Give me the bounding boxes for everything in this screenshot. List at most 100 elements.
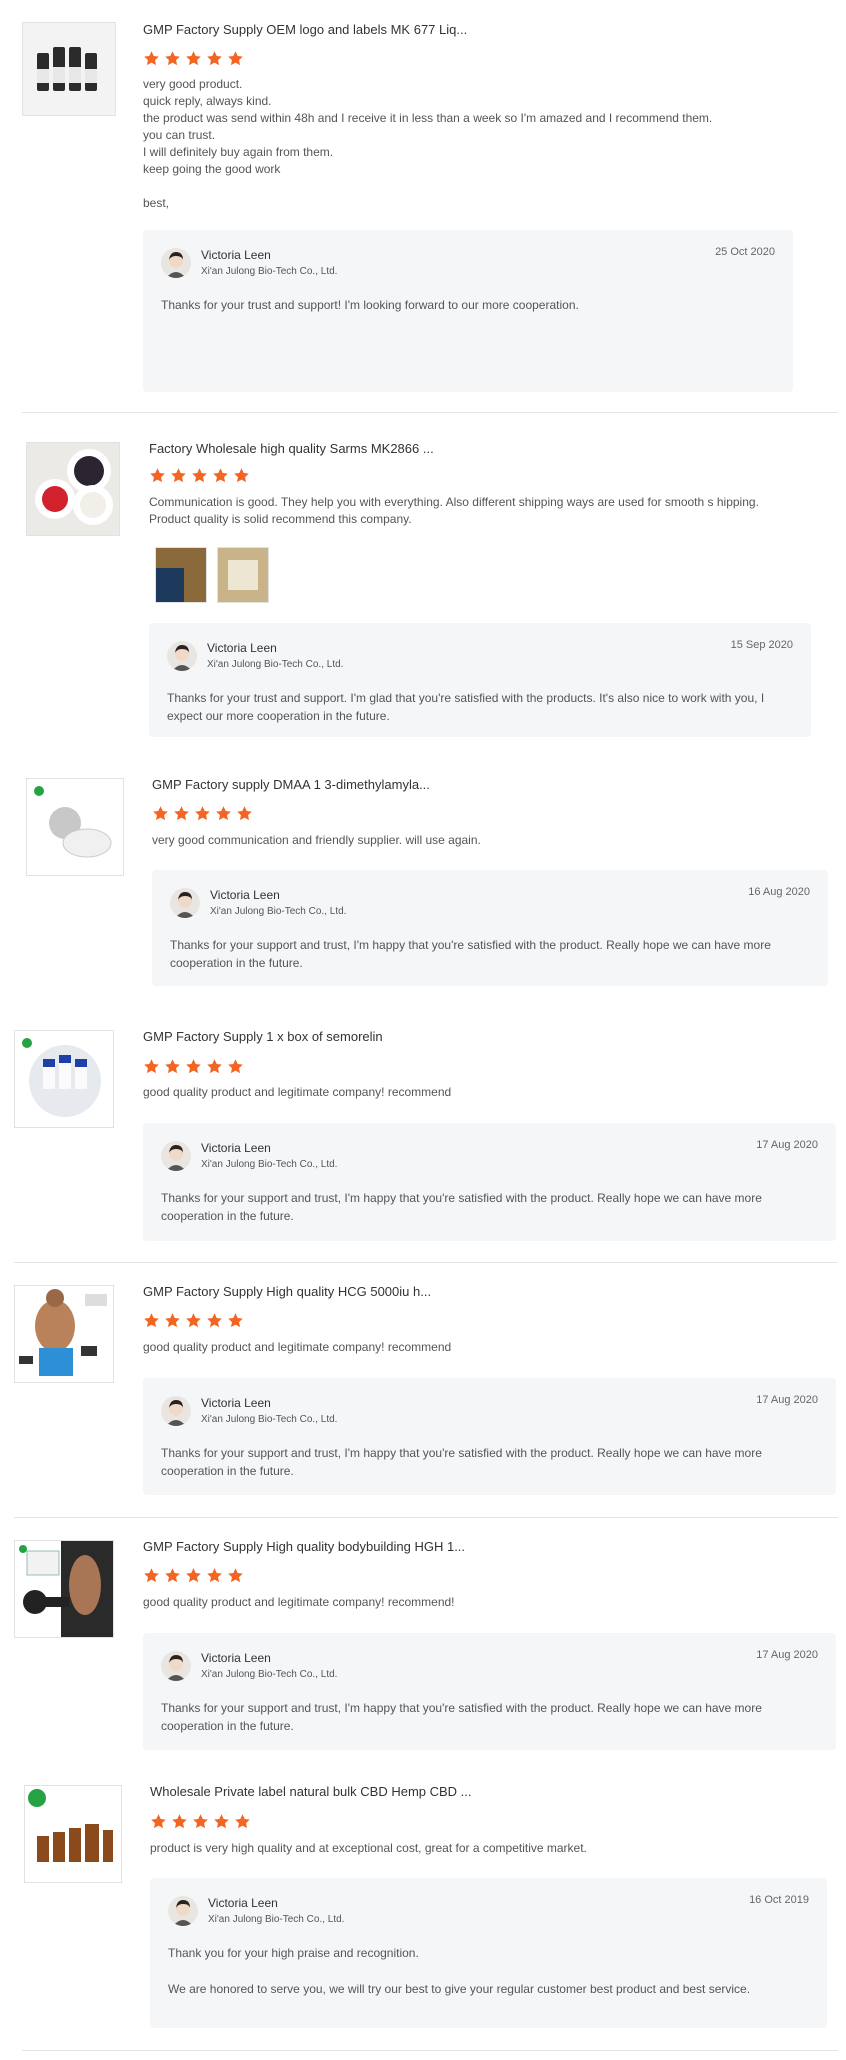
star-icon	[228, 1568, 243, 1583]
review-text-line: quick reply, always kind.	[143, 94, 272, 108]
review-product-title[interactable]: GMP Factory Supply High quality HCG 5000…	[143, 1284, 431, 1299]
star-icon	[207, 1059, 222, 1074]
star-icon	[234, 468, 249, 483]
reply-date: 25 Oct 2020	[715, 246, 775, 258]
reply-date: 16 Oct 2019	[749, 1894, 809, 1906]
star-icon	[207, 51, 222, 66]
product-thumbnail[interactable]	[26, 778, 124, 876]
star-icon	[144, 1568, 159, 1583]
product-thumbnail[interactable]	[24, 1785, 122, 1883]
review-text: very good product. quick reply, always ki…	[143, 76, 783, 212]
star-icon	[153, 806, 168, 821]
reviewer-avatar	[161, 1651, 191, 1681]
seller-reply: Victoria Leen Xi'an Julong Bio-Tech Co.,…	[149, 623, 811, 737]
rating-stars	[143, 50, 244, 68]
review-photo[interactable]	[217, 547, 269, 603]
star-icon	[213, 468, 228, 483]
review-text-line: good quality product and legitimate comp…	[143, 1085, 452, 1099]
product-thumbnail[interactable]	[14, 1030, 114, 1128]
reply-text: Thanks for your trust and support! I'm l…	[161, 296, 775, 332]
reviewer-avatar	[161, 1141, 191, 1171]
rating-stars	[152, 805, 253, 823]
product-thumbnail[interactable]	[14, 1285, 114, 1383]
review-text-line: product is very high quality and at exce…	[150, 1841, 587, 1855]
divider	[22, 2050, 838, 2051]
seller-reply: Victoria Leen Xi'an Julong Bio-Tech Co.,…	[143, 230, 793, 392]
review-text-line: very good communication and friendly sup…	[152, 833, 481, 847]
review-product-title[interactable]: GMP Factory Supply OEM logo and labels M…	[143, 22, 467, 37]
star-icon	[144, 1313, 159, 1328]
star-icon	[171, 468, 186, 483]
seller-reply: Victoria Leen Xi'an Julong Bio-Tech Co.,…	[143, 1378, 836, 1495]
reply-company[interactable]: Xi'an Julong Bio-Tech Co., Ltd.	[207, 659, 343, 670]
star-icon	[237, 806, 252, 821]
reply-author-name: Victoria Leen	[210, 888, 280, 902]
rating-stars	[143, 1567, 244, 1585]
reply-date: 17 Aug 2020	[756, 1139, 818, 1151]
reviewer-avatar	[170, 888, 200, 918]
review-product-title[interactable]: GMP Factory supply DMAA 1 3-dimethylamyl…	[152, 777, 430, 792]
reviewer-avatar	[168, 1896, 198, 1926]
reviewer-avatar	[167, 641, 197, 671]
reviewer-avatar	[161, 1396, 191, 1426]
reviewer-avatar	[161, 248, 191, 278]
reply-paragraph: Thanks for your trust and support. I'm g…	[167, 691, 765, 723]
star-icon	[193, 1814, 208, 1829]
rating-stars	[143, 1058, 244, 1076]
review-text-line	[143, 178, 783, 195]
star-icon	[165, 1313, 180, 1328]
review-product-title[interactable]: GMP Factory Supply 1 x box of semorelin	[143, 1029, 383, 1044]
reply-company[interactable]: Xi'an Julong Bio-Tech Co., Ltd.	[208, 1914, 344, 1925]
review-text-line: best,	[143, 196, 170, 210]
reply-date: 17 Aug 2020	[756, 1394, 818, 1406]
review-photo[interactable]	[155, 547, 207, 603]
reply-text: Thank you for your high praise and recog…	[168, 1944, 809, 2016]
star-icon	[207, 1568, 222, 1583]
reply-date: 16 Aug 2020	[748, 886, 810, 898]
reply-company[interactable]: Xi'an Julong Bio-Tech Co., Ltd.	[201, 1669, 337, 1680]
reply-text: Thanks for your support and trust, I'm h…	[170, 936, 810, 990]
review-product-title[interactable]: Wholesale Private label natural bulk CBD…	[150, 1784, 472, 1799]
star-icon	[195, 806, 210, 821]
avatar-image	[161, 1651, 191, 1681]
reply-company[interactable]: Xi'an Julong Bio-Tech Co., Ltd.	[210, 906, 346, 917]
star-icon	[235, 1814, 250, 1829]
reply-date: 15 Sep 2020	[730, 639, 793, 651]
star-icon	[172, 1814, 187, 1829]
star-icon	[207, 1313, 222, 1328]
product-thumbnail[interactable]	[26, 442, 120, 536]
rating-stars	[150, 1813, 251, 1831]
star-icon	[228, 51, 243, 66]
star-icon	[144, 1059, 159, 1074]
review-text: good quality product and legitimate comp…	[143, 1084, 783, 1101]
review-product-title[interactable]: Factory Wholesale high quality Sarms MK2…	[149, 441, 434, 456]
star-icon	[165, 51, 180, 66]
star-icon	[186, 1313, 201, 1328]
divider	[22, 412, 838, 413]
product-thumbnail[interactable]	[22, 22, 116, 116]
reply-company[interactable]: Xi'an Julong Bio-Tech Co., Ltd.	[201, 266, 337, 277]
reply-date: 17 Aug 2020	[756, 1649, 818, 1661]
reply-author-name: Victoria Leen	[208, 1896, 278, 1910]
product-thumbnail[interactable]	[14, 1540, 114, 1638]
reply-text: Thanks for your trust and support. I'm g…	[167, 689, 793, 743]
reply-text: Thanks for your support and trust, I'm h…	[161, 1699, 818, 1753]
star-icon	[151, 1814, 166, 1829]
review-text: good quality product and legitimate comp…	[143, 1594, 783, 1611]
reply-paragraph: Thanks for your support and trust, I'm h…	[170, 938, 771, 970]
review-text-line: Communication is good. They help you wit…	[149, 495, 759, 526]
star-icon	[216, 806, 231, 821]
review-photos	[155, 547, 269, 603]
avatar-image	[168, 1896, 198, 1926]
reply-company[interactable]: Xi'an Julong Bio-Tech Co., Ltd.	[201, 1159, 337, 1170]
star-icon	[214, 1814, 229, 1829]
review-text: Communication is good. They help you wit…	[149, 494, 771, 528]
review-product-title[interactable]: GMP Factory Supply High quality bodybuil…	[143, 1539, 465, 1554]
reply-paragraph: Thanks for your support and trust, I'm h…	[161, 1446, 762, 1478]
rating-stars	[149, 467, 250, 485]
avatar-image	[161, 248, 191, 278]
reply-paragraph: Thanks for your support and trust, I'm h…	[161, 1701, 762, 1733]
reply-company[interactable]: Xi'an Julong Bio-Tech Co., Ltd.	[201, 1414, 337, 1425]
review-text: good quality product and legitimate comp…	[143, 1339, 783, 1356]
review-text-line: good quality product and legitimate comp…	[143, 1340, 452, 1354]
